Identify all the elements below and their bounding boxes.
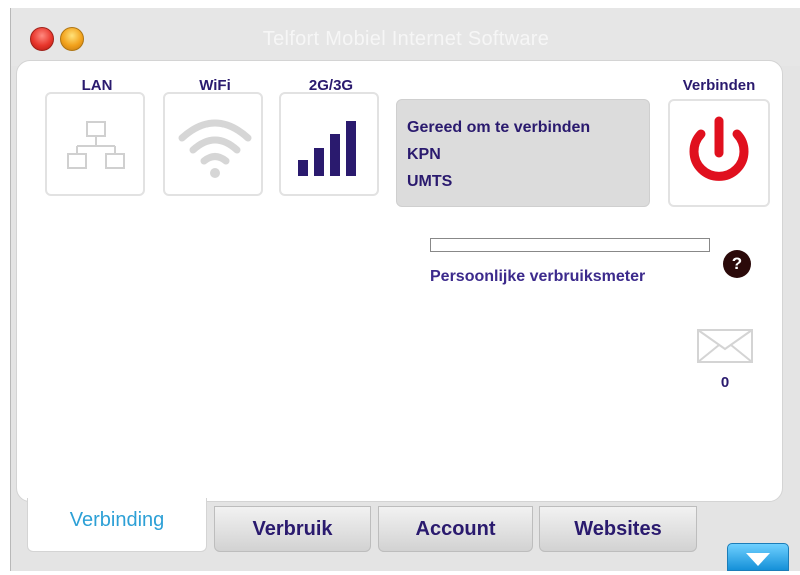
connect-button[interactable] xyxy=(668,99,770,207)
power-icon xyxy=(689,116,749,181)
tab-account[interactable]: Account xyxy=(378,506,533,552)
signal-bars-icon xyxy=(298,121,356,176)
connection-status-box: Gereed om te verbinden KPN UMTS xyxy=(396,99,650,207)
tab-websites[interactable]: Websites xyxy=(539,506,697,552)
network-operator: KPN xyxy=(407,146,441,163)
window-title: Telfort Mobiel Internet Software xyxy=(262,28,550,50)
chevron-down-icon xyxy=(746,553,770,566)
status-text: Gereed om te verbinden xyxy=(407,119,591,136)
title-bar[interactable]: Telfort Mobiel Internet Software xyxy=(11,8,800,66)
network-icon xyxy=(67,121,125,169)
mobile-tile[interactable] xyxy=(279,92,379,196)
usage-meter-link[interactable]: Persoonlijke verbruiksmeter xyxy=(430,268,645,286)
messages-button[interactable] xyxy=(697,329,753,368)
expand-button[interactable] xyxy=(727,543,789,571)
network-technology: UMTS xyxy=(407,173,453,190)
tab-verbinding[interactable]: Verbinding xyxy=(27,498,207,552)
connect-label: Verbinden xyxy=(682,77,756,94)
tab-verbruik[interactable]: Verbruik xyxy=(214,506,371,552)
wifi-tile[interactable] xyxy=(163,92,263,196)
wifi-icon xyxy=(178,119,252,178)
message-count: 0 xyxy=(720,374,730,391)
lan-tile[interactable] xyxy=(45,92,145,196)
envelope-icon xyxy=(697,329,753,363)
help-icon[interactable]: ? xyxy=(723,250,751,278)
usage-progress-bar xyxy=(430,238,710,252)
